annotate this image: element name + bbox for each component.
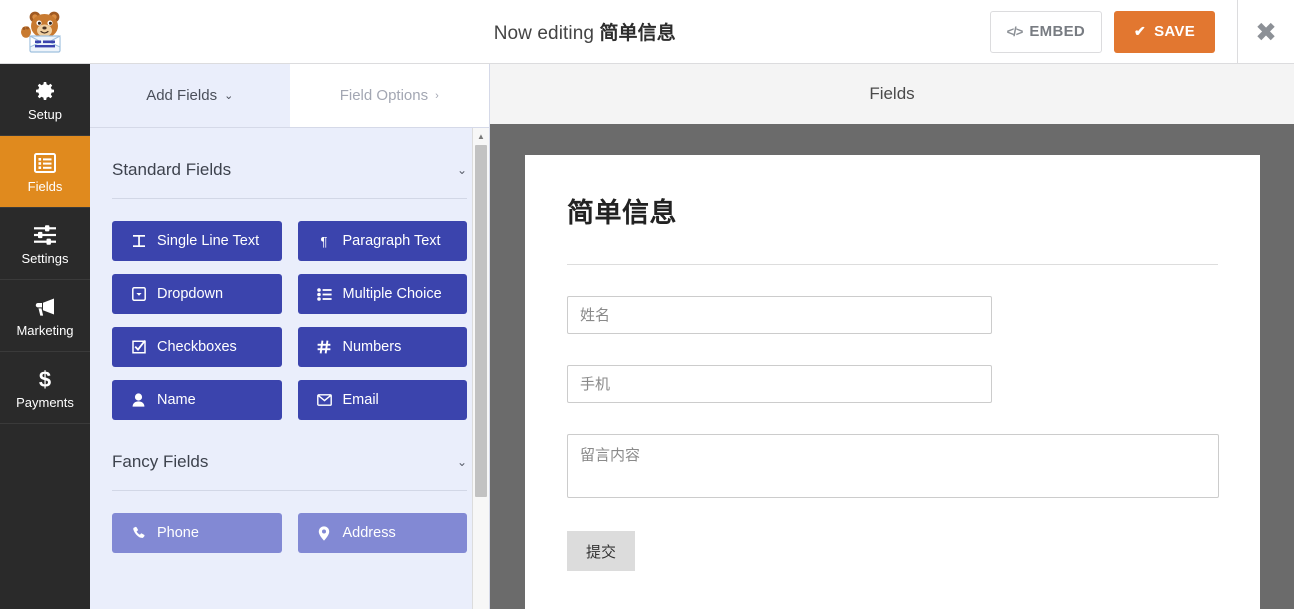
page-title: Now editing 简单信息 <box>90 18 990 45</box>
scroll-up-arrow-icon[interactable]: ▲ <box>473 128 489 144</box>
top-bar-actions: </> EMBED ✔ SAVE <box>989 10 1237 53</box>
tab-field-options-label: Field Options <box>339 87 429 104</box>
save-button[interactable]: ✔ SAVE <box>1114 10 1215 53</box>
top-bar: Now editing 简单信息 </> EMBED ✔ SAVE <box>0 0 1237 64</box>
sidebar-item-label: Payments <box>16 395 74 410</box>
close-icon: ✖ <box>1255 16 1277 47</box>
form-field-phone <box>567 365 1218 403</box>
chevron-down-icon: ⌄ <box>224 90 234 102</box>
sidebar-item-fields[interactable]: Fields <box>0 136 90 208</box>
gear-icon <box>33 78 57 104</box>
field-button-multiple-choice[interactable]: Multiple Choice <box>297 274 467 314</box>
scrollbar-thumb[interactable] <box>475 145 487 497</box>
close-builder-button[interactable]: ✖ <box>1237 0 1294 64</box>
envelope-icon <box>316 394 332 406</box>
field-button-checkboxes[interactable]: Checkboxes <box>112 327 282 367</box>
embed-button-label: EMBED <box>1029 23 1086 40</box>
preview-header-title: Fields <box>869 84 915 103</box>
panel-tabs: Add Fields ⌄ Field Options › <box>90 64 489 128</box>
panel-scrollbar[interactable]: ▲ <box>472 128 489 609</box>
dropdown-icon <box>131 287 146 301</box>
list-icon <box>33 150 57 176</box>
field-button-label: Multiple Choice <box>342 286 442 302</box>
hash-icon <box>317 340 332 354</box>
fancy-fields-grid: Phone Address <box>112 491 467 553</box>
sidebar-item-label: Settings <box>21 251 69 266</box>
sidebar-item-marketing[interactable]: Marketing <box>0 280 90 352</box>
sidebar-item-label: Fields <box>27 179 63 194</box>
sidebar-item-payments[interactable]: $ Payments <box>0 352 90 424</box>
fields-panel: Add Fields ⌄ Field Options › Standard Fi… <box>90 64 490 609</box>
code-icon: </> <box>1006 24 1024 39</box>
field-button-label: Email <box>342 392 379 408</box>
preview-header: Fields <box>490 64 1294 124</box>
wpforms-logo <box>0 0 90 64</box>
field-button-label: Dropdown <box>157 286 224 302</box>
form-title-divider <box>567 264 1218 265</box>
group-title: Standard Fields <box>112 160 232 179</box>
chevron-down-icon: ⌄ <box>456 455 467 469</box>
sidebar-item-label: Marketing <box>16 323 74 338</box>
dollar-icon: $ <box>35 366 55 392</box>
phone-input[interactable] <box>567 365 992 403</box>
sidebar-item-settings[interactable]: Settings <box>0 208 90 280</box>
group-header-fancy-fields[interactable]: Fancy Fields ⌄ <box>112 420 467 491</box>
wpforms-builder: Now editing 简单信息 </> EMBED ✔ SAVE ✖ Setu… <box>0 0 1294 609</box>
field-button-label: Checkboxes <box>157 339 237 355</box>
field-button-label: Name <box>157 392 196 408</box>
fields-panel-body: Standard Fields ⌄ Single Line Text ¶ Par… <box>90 128 489 609</box>
embed-button[interactable]: </> EMBED <box>989 10 1103 53</box>
text-cursor-icon <box>131 234 146 248</box>
wpforms-bear-mascot-icon <box>21 11 61 53</box>
field-button-label: Address <box>342 525 396 541</box>
map-pin-icon <box>317 525 332 541</box>
svg-text:$: $ <box>39 367 51 391</box>
message-textarea[interactable] <box>567 434 1219 498</box>
form-field-message <box>567 434 1219 503</box>
field-button-email[interactable]: Email <box>297 380 467 420</box>
form-name: 简单信息 <box>599 23 676 44</box>
field-button-dropdown[interactable]: Dropdown <box>112 274 282 314</box>
checkbox-icon <box>131 340 146 354</box>
form-preview-title: 简单信息 <box>567 198 677 228</box>
form-preview-card: 简单信息 提交 <box>525 155 1260 609</box>
form-preview-area: 简单信息 提交 <box>490 124 1294 609</box>
group-title: Fancy Fields <box>112 452 209 471</box>
megaphone-icon <box>32 294 58 320</box>
radio-list-icon <box>316 287 332 301</box>
form-field-name <box>567 296 1218 334</box>
field-button-label: Numbers <box>342 339 402 355</box>
standard-fields-grid: Single Line Text ¶ Paragraph Text Dropdo… <box>112 199 467 420</box>
phone-icon <box>131 526 146 540</box>
field-button-label: Paragraph Text <box>342 233 441 249</box>
sliders-icon <box>32 222 58 248</box>
builder-nav-rail: Setup Fields Settings Marketing $ Paymen… <box>0 64 90 609</box>
check-icon: ✔ <box>1134 23 1147 39</box>
field-button-address[interactable]: Address <box>297 513 467 553</box>
submit-button[interactable]: 提交 <box>567 531 636 571</box>
tab-field-options[interactable]: Field Options › <box>289 64 489 127</box>
sidebar-item-setup[interactable]: Setup <box>0 64 90 136</box>
user-icon <box>131 393 146 407</box>
chevron-right-icon: › <box>435 89 439 102</box>
form-submit-wrap: 提交 <box>567 531 1218 571</box>
field-button-phone[interactable]: Phone <box>112 513 282 553</box>
field-button-paragraph-text[interactable]: ¶ Paragraph Text <box>297 221 467 261</box>
chevron-down-icon: ⌄ <box>456 163 467 177</box>
save-button-label: SAVE <box>1154 23 1195 40</box>
tab-add-fields-label: Add Fields <box>146 87 218 104</box>
group-header-standard-fields[interactable]: Standard Fields ⌄ <box>112 128 467 199</box>
sidebar-item-label: Setup <box>28 107 62 122</box>
field-button-name[interactable]: Name <box>112 380 282 420</box>
name-input[interactable] <box>567 296 992 334</box>
field-button-single-line-text[interactable]: Single Line Text <box>112 221 282 261</box>
editing-prefix: Now editing <box>493 23 600 44</box>
field-button-label: Single Line Text <box>157 233 260 249</box>
pilcrow-icon: ¶ <box>320 233 328 249</box>
tab-add-fields[interactable]: Add Fields ⌄ <box>90 64 290 127</box>
field-button-numbers[interactable]: Numbers <box>297 327 467 367</box>
field-button-label: Phone <box>157 525 199 541</box>
